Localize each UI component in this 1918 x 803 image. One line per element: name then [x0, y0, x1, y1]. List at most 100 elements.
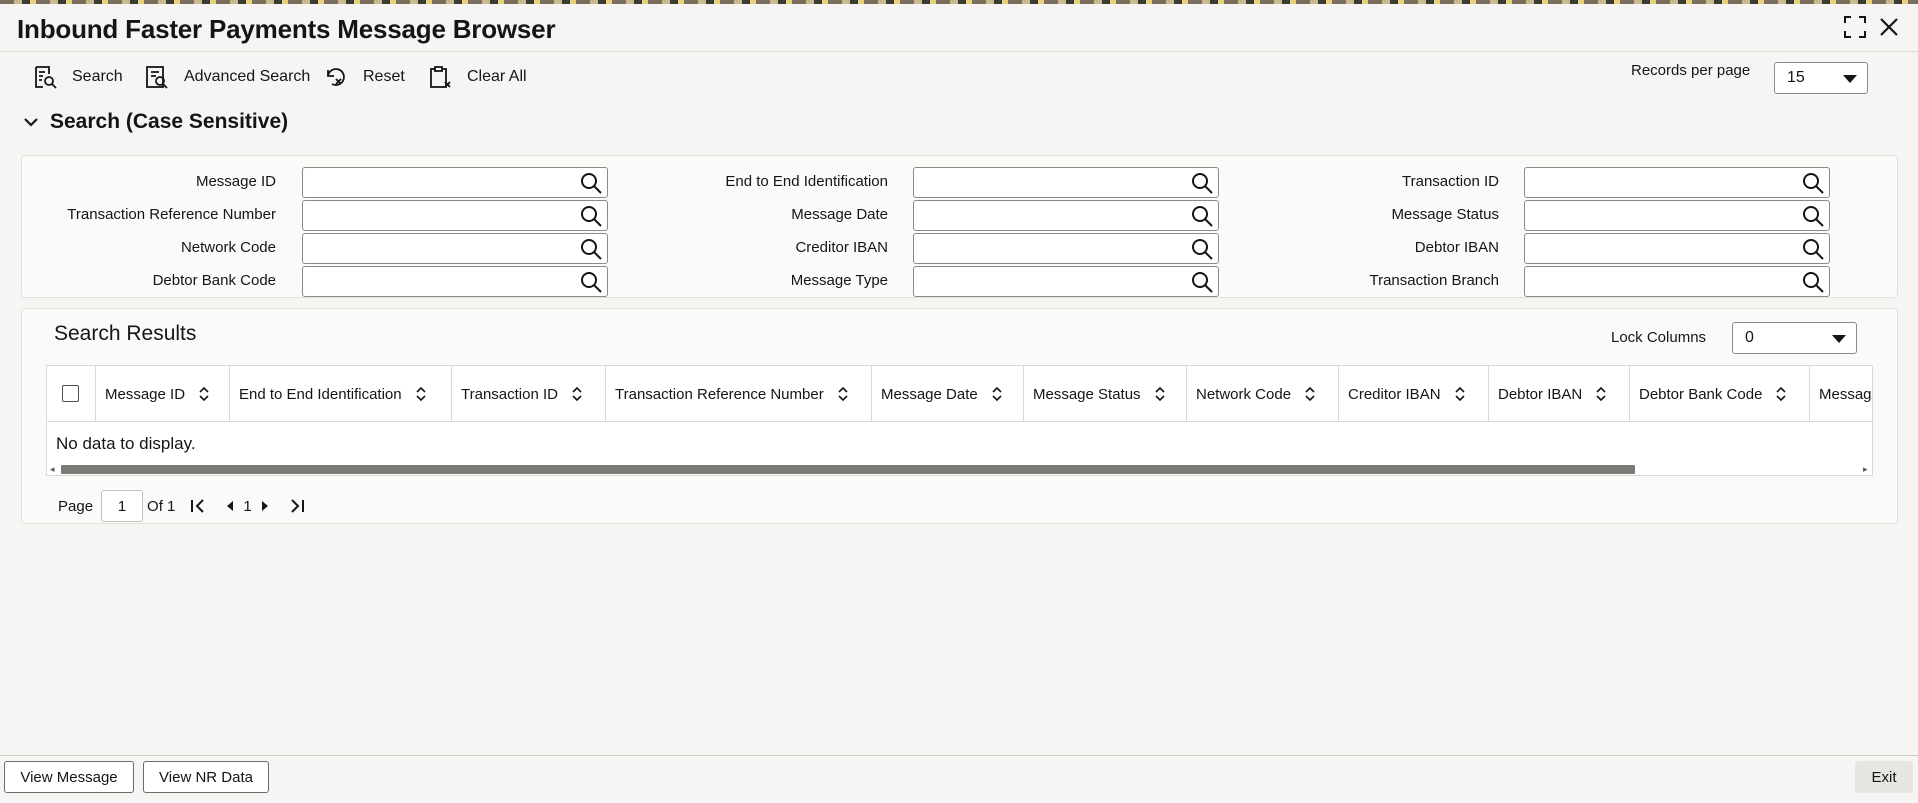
sort-icon	[992, 386, 1002, 402]
message-type-input[interactable]	[914, 267, 1184, 296]
message-date-input[interactable]	[914, 201, 1184, 230]
sort-icon	[1305, 386, 1315, 402]
advanced-search-button[interactable]: Advanced Search	[144, 62, 310, 92]
column-header-debtor-bank-code[interactable]: Debtor Bank Code	[1630, 366, 1810, 422]
message-type-field[interactable]	[913, 266, 1219, 297]
column-header-label: End to End Identification	[239, 385, 402, 403]
column-header-network-code[interactable]: Network Code	[1187, 366, 1339, 422]
previous-page-icon[interactable]	[221, 497, 239, 515]
column-header-message-date[interactable]: Message Date	[872, 366, 1024, 422]
horizontal-scrollbar[interactable]: ◂ ▸	[47, 462, 1872, 475]
select-all-checkbox[interactable]	[62, 385, 79, 402]
transaction-branch-field[interactable]	[1524, 266, 1830, 297]
scrollbar-thumb[interactable]	[61, 465, 1635, 474]
message-status-input[interactable]	[1525, 201, 1795, 230]
message-date-label: Message Date	[791, 206, 888, 223]
debtor-bank-code-label: Debtor Bank Code	[152, 272, 276, 289]
search-icon[interactable]	[1190, 204, 1214, 228]
close-icon[interactable]	[1876, 14, 1902, 40]
page-number-input[interactable]: 1	[101, 490, 144, 522]
page-label: Page	[58, 497, 94, 515]
message-id-label: Message ID	[195, 173, 276, 190]
transaction-branch-input[interactable]	[1525, 267, 1795, 296]
search-doc-icon	[35, 66, 57, 89]
message-id-input[interactable]	[303, 168, 573, 197]
table-header: Message ID End to End Identification Tra…	[47, 366, 1872, 422]
message-status-label: Message Status	[1391, 206, 1499, 223]
network-code-label: Network Code	[180, 239, 276, 256]
search-icon[interactable]	[579, 237, 603, 261]
search-icon[interactable]	[1190, 270, 1214, 294]
first-page-icon[interactable]	[189, 497, 207, 515]
view-message-button[interactable]: View Message	[4, 761, 134, 793]
column-header-transaction-reference-number[interactable]: Transaction Reference Number	[606, 366, 872, 422]
select-all-cell	[47, 366, 96, 422]
next-page-icon[interactable]	[256, 497, 274, 515]
message-id-field[interactable]	[302, 167, 608, 198]
current-page-link[interactable]: 1	[243, 498, 251, 515]
scroll-left-icon[interactable]: ◂	[50, 464, 55, 475]
network-code-input[interactable]	[303, 234, 573, 263]
column-header-message-status[interactable]: Message Status	[1024, 366, 1187, 422]
transaction-id-input[interactable]	[1525, 168, 1795, 197]
search-icon[interactable]	[1801, 204, 1825, 228]
search-results-heading: Search Results	[54, 322, 197, 345]
debtor-bank-code-input[interactable]	[303, 267, 573, 296]
creditor-iban-field[interactable]	[913, 233, 1219, 264]
column-header-end-to-end-identification[interactable]: End to End Identification	[230, 366, 452, 422]
transaction-reference-number-input[interactable]	[303, 201, 573, 230]
maximize-icon[interactable]	[1842, 14, 1868, 40]
search-icon[interactable]	[1190, 237, 1214, 261]
last-page-icon[interactable]	[288, 497, 306, 515]
exit-button[interactable]: Exit	[1855, 761, 1913, 793]
scroll-right-icon[interactable]: ▸	[1863, 464, 1868, 475]
search-icon[interactable]	[579, 270, 603, 294]
column-header-transaction-id[interactable]: Transaction ID	[452, 366, 606, 422]
debtor-iban-field[interactable]	[1524, 233, 1830, 264]
advanced-search-icon	[146, 66, 168, 89]
message-date-field[interactable]	[913, 200, 1219, 231]
lock-columns-select[interactable]: 0	[1732, 322, 1857, 354]
sort-icon	[1454, 386, 1465, 402]
search-icon[interactable]	[1190, 171, 1214, 195]
column-header-label: Creditor IBAN	[1348, 385, 1441, 403]
column-header-debtor-iban[interactable]: Debtor IBAN	[1489, 366, 1630, 422]
chevron-down-icon	[1843, 75, 1857, 83]
end-to-end-identification-field[interactable]	[913, 167, 1219, 198]
sort-icon	[1776, 386, 1786, 402]
search-icon[interactable]	[579, 204, 603, 228]
creditor-iban-label: Creditor IBAN	[795, 239, 888, 256]
sort-icon	[1596, 386, 1606, 402]
records-per-page-select[interactable]: 15	[1774, 62, 1868, 94]
reset-button[interactable]: Reset	[323, 62, 405, 92]
end-to-end-identification-label: End to End Identification	[725, 173, 888, 190]
transaction-id-field[interactable]	[1524, 167, 1830, 198]
column-header-label: Transaction ID	[461, 385, 558, 403]
creditor-iban-input[interactable]	[914, 234, 1184, 263]
debtor-iban-label: Debtor IBAN	[1414, 239, 1499, 256]
debtor-iban-input[interactable]	[1525, 234, 1795, 263]
column-header-label: Debtor Bank Code	[1639, 385, 1763, 403]
view-nr-data-button[interactable]: View NR Data	[143, 761, 269, 793]
message-status-field[interactable]	[1524, 200, 1830, 231]
debtor-bank-code-field[interactable]	[302, 266, 608, 297]
end-to-end-identification-input[interactable]	[914, 168, 1184, 197]
column-header-label: Network Code	[1196, 385, 1292, 403]
column-header-message-id[interactable]: Message ID	[96, 366, 230, 422]
search-icon[interactable]	[1801, 171, 1825, 195]
search-section-toggle[interactable]: Search (Case Sensitive)	[22, 110, 288, 134]
network-code-field[interactable]	[302, 233, 608, 264]
column-header-label: Message	[1819, 385, 1872, 403]
column-header-label: Message ID	[105, 385, 186, 403]
clear-all-button[interactable]: Clear All	[427, 62, 527, 92]
transaction-reference-number-field[interactable]	[302, 200, 608, 231]
sort-icon	[1154, 386, 1165, 402]
search-button[interactable]: Search	[32, 62, 123, 92]
search-icon[interactable]	[579, 171, 603, 195]
column-header-message-type[interactable]: Message	[1810, 366, 1872, 422]
title-bar: Inbound Faster Payments Message Browser	[0, 4, 1918, 52]
results-table: Message ID End to End Identification Tra…	[46, 365, 1873, 476]
search-icon[interactable]	[1801, 237, 1825, 261]
search-icon[interactable]	[1801, 270, 1825, 294]
column-header-creditor-iban[interactable]: Creditor IBAN	[1339, 366, 1489, 422]
